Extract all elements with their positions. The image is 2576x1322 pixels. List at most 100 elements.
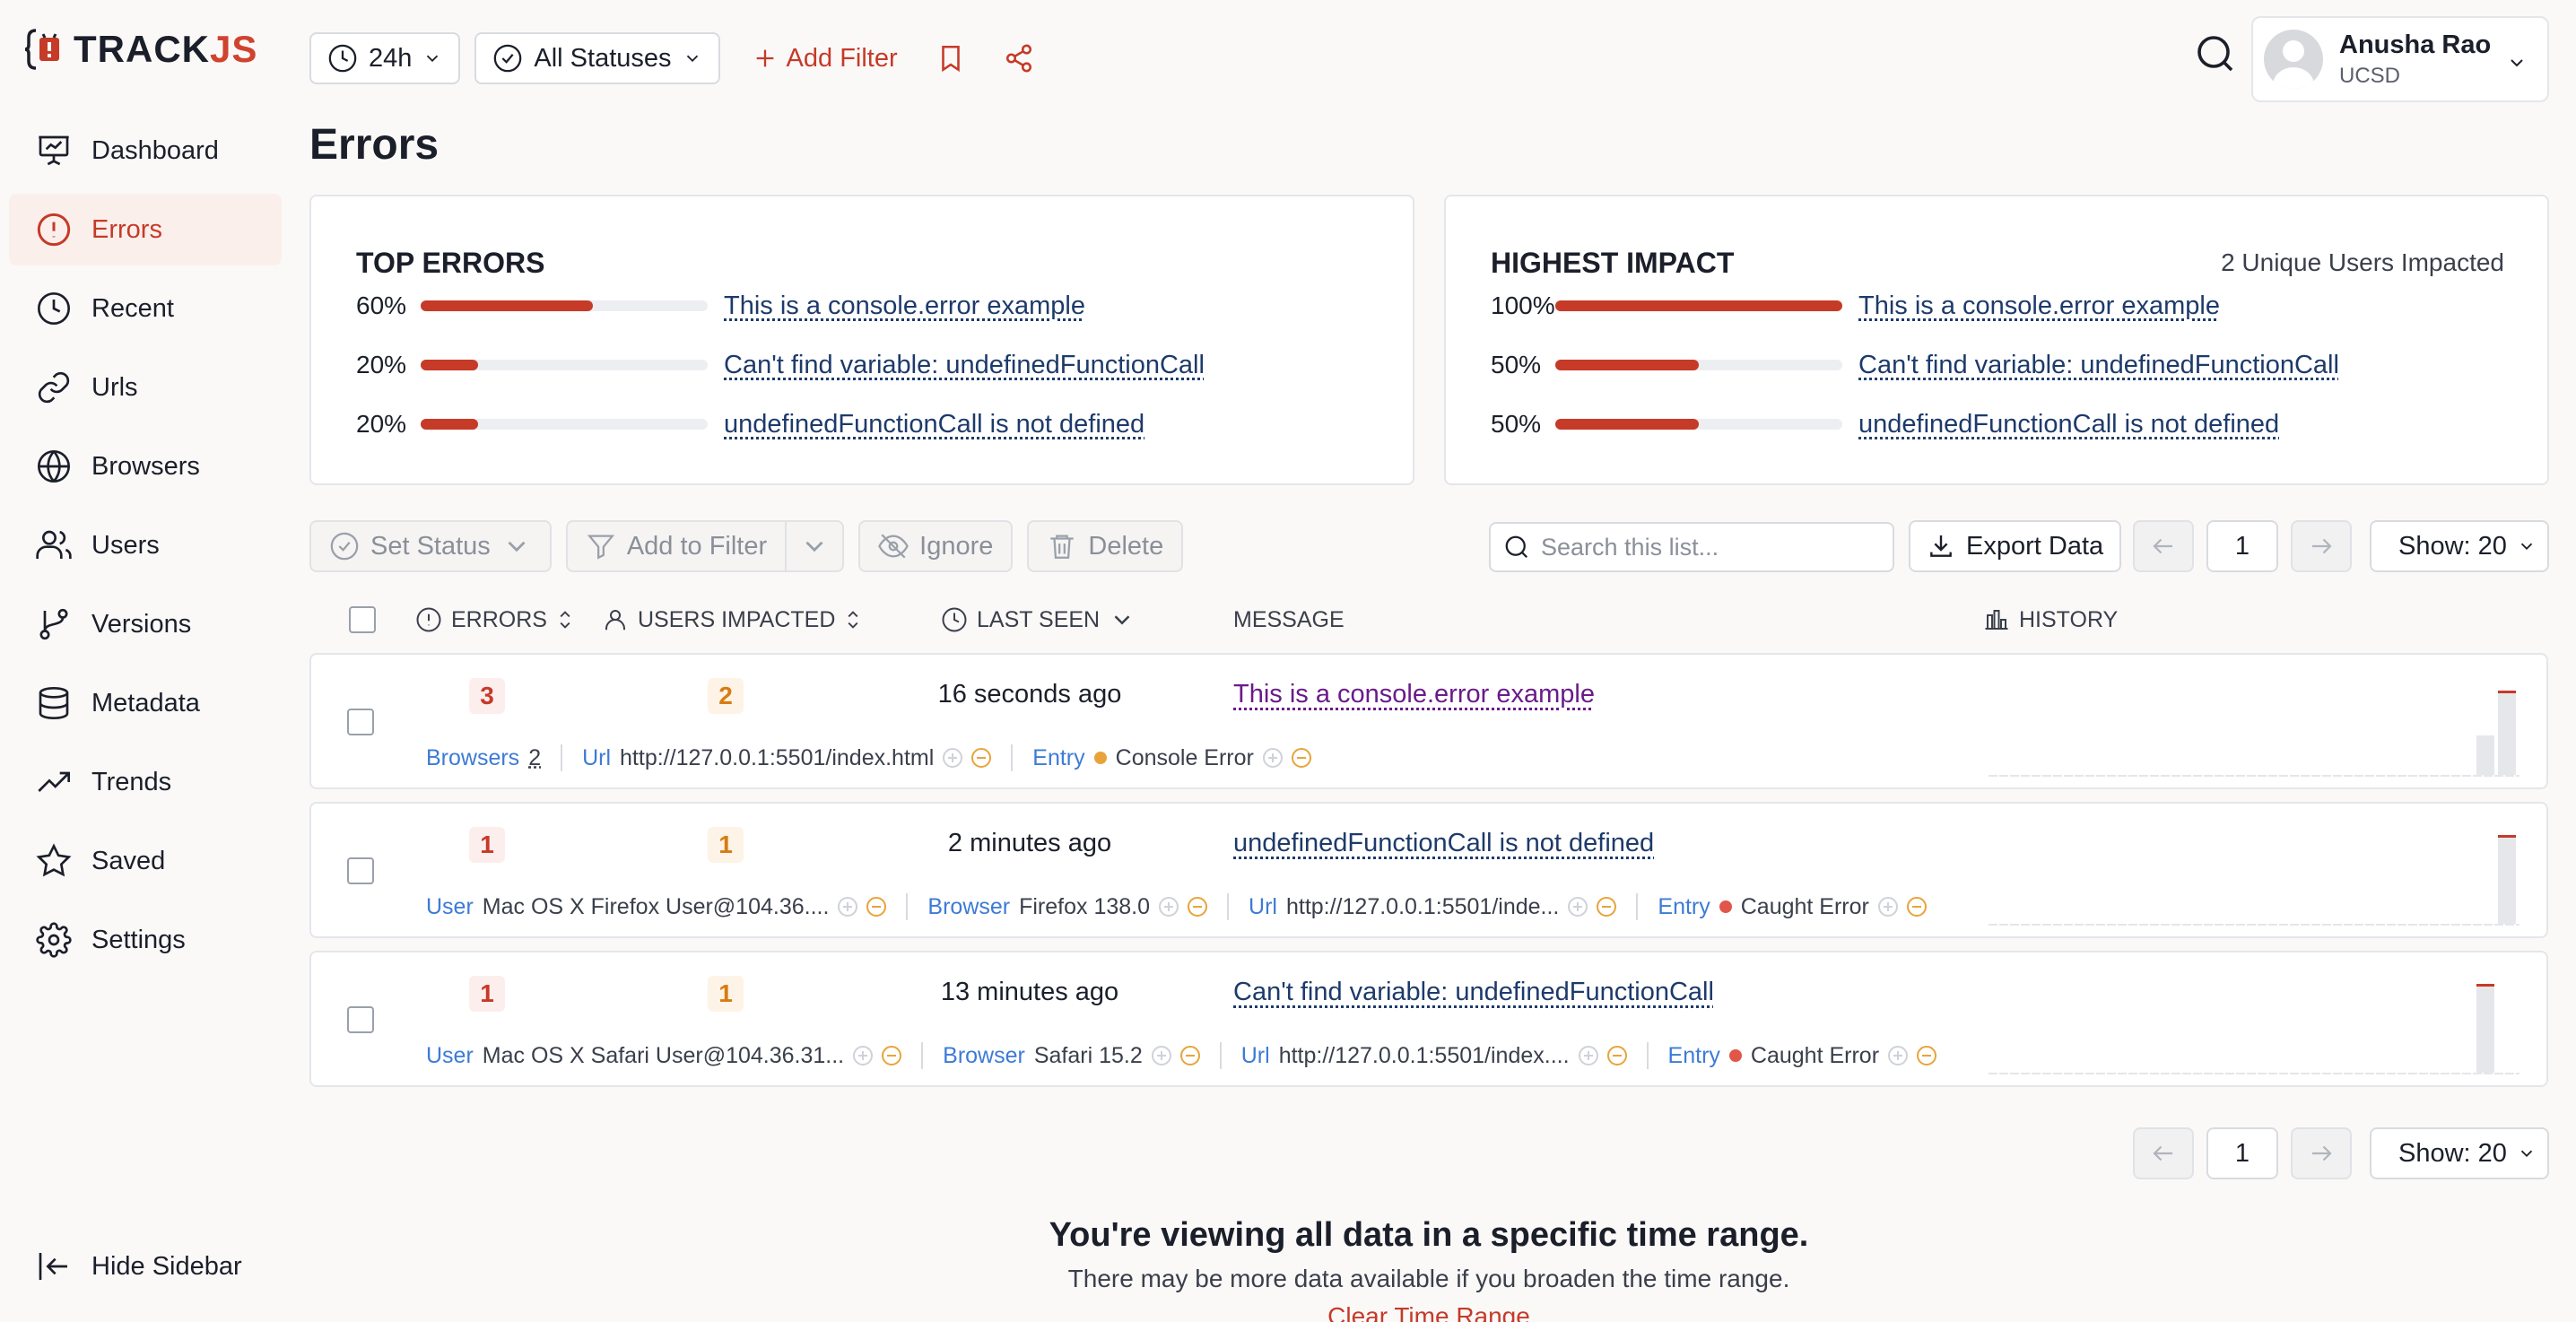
clock-icon — [328, 44, 357, 73]
check-circle-icon — [494, 44, 522, 73]
impact-link[interactable]: This is a console.error example — [1858, 291, 2220, 321]
add-filter-icon[interactable] — [1578, 1046, 1598, 1065]
add-filter-icon[interactable] — [943, 748, 963, 768]
exclude-filter-icon[interactable] — [1597, 897, 1617, 917]
row-checkbox[interactable] — [347, 1006, 374, 1033]
next-page-button[interactable] — [2291, 1127, 2352, 1179]
add-filter-icon[interactable] — [1877, 897, 1898, 917]
sidebar-item-saved[interactable]: Saved — [9, 825, 282, 897]
impact-bar — [1555, 300, 1842, 311]
sidebar-item-users[interactable]: Users — [9, 509, 282, 581]
add-filter-icon[interactable] — [1151, 1046, 1171, 1065]
select-all-checkbox[interactable] — [349, 599, 376, 640]
table-row[interactable]: 1 1 13 minutes ago Can't find variable: … — [309, 951, 2548, 1087]
page-size-select[interactable]: Show: 20 — [2370, 520, 2549, 572]
exclude-filter-icon[interactable] — [1906, 897, 1927, 917]
trackjs-logo[interactable]: TRACKJS — [23, 25, 257, 74]
row-checkbox[interactable] — [347, 857, 374, 884]
highest-impact-title: HIGHEST IMPACT — [1491, 247, 1735, 279]
sidebar-item-label: Errors — [91, 214, 162, 244]
exclude-filter-icon[interactable] — [866, 897, 887, 917]
sidebar-item-errors[interactable]: Errors — [9, 194, 282, 265]
exclude-filter-icon[interactable] — [1917, 1046, 1937, 1065]
user-menu[interactable]: Anusha Rao UCSD — [2251, 16, 2549, 102]
page-number[interactable]: 1 — [2206, 1127, 2278, 1179]
sidebar-item-settings[interactable]: Settings — [9, 904, 282, 976]
add-to-filter-button[interactable]: Add to Filter — [565, 520, 788, 572]
meta-key[interactable]: Browsers — [426, 745, 519, 771]
user-icon — [605, 610, 625, 631]
sidebar: TRACKJS Dashboard Errors Recent Urls Bro… — [0, 0, 296, 1322]
star-icon — [36, 843, 72, 877]
search-list-field[interactable] — [1489, 522, 1894, 572]
exclude-filter-icon[interactable] — [1188, 897, 1208, 917]
filter-icon — [587, 535, 614, 560]
top-error-link[interactable]: undefinedFunctionCall is not defined — [724, 410, 1144, 439]
row-checkbox[interactable] — [347, 709, 374, 735]
page-number[interactable]: 1 — [2206, 520, 2278, 572]
clear-time-range-link[interactable]: Clear Time Range — [0, 1302, 2576, 1322]
page-size-select[interactable]: Show: 20 — [2370, 1127, 2549, 1179]
eye-off-icon — [878, 534, 909, 559]
exclude-filter-icon[interactable] — [971, 748, 992, 768]
sidebar-item-label: Saved — [91, 846, 166, 875]
export-data-button[interactable]: Export Data — [1909, 520, 2122, 572]
ignore-button[interactable]: Ignore — [858, 520, 1014, 572]
top-error-link[interactable]: This is a console.error example — [724, 291, 1085, 321]
table-row[interactable]: 1 1 2 minutes ago undefinedFunctionCall … — [309, 802, 2548, 938]
add-to-filter-dropdown[interactable] — [787, 520, 845, 572]
error-message-link[interactable]: This is a console.error example — [1233, 680, 1595, 709]
add-filter-icon[interactable] — [1262, 748, 1283, 768]
browsers-count[interactable]: 2 — [528, 745, 541, 771]
history-sparkline — [1989, 822, 2519, 926]
sort-icon — [560, 611, 570, 629]
add-filter-icon[interactable] — [853, 1046, 874, 1065]
exclude-filter-icon[interactable] — [1291, 748, 1311, 768]
exclude-filter-icon[interactable] — [882, 1046, 902, 1065]
table-row[interactable]: 3 2 16 seconds ago This is a console.err… — [309, 653, 2548, 789]
error-message-link[interactable]: undefinedFunctionCall is not defined — [1233, 829, 1654, 858]
bookmark-icon[interactable] — [936, 43, 966, 74]
sidebar-item-label: Versions — [91, 609, 192, 639]
sidebar-item-urls[interactable]: Urls — [9, 352, 282, 423]
sidebar-item-recent[interactable]: Recent — [9, 273, 282, 344]
add-filter-button[interactable]: Add Filter — [753, 44, 898, 74]
meta-key: Url — [1249, 893, 1277, 919]
users-impacted-column-header[interactable]: USERS IMPACTED — [602, 599, 862, 640]
impact-link[interactable]: undefinedFunctionCall is not defined — [1858, 410, 2279, 439]
add-filter-icon[interactable] — [1159, 897, 1179, 917]
last-seen-column-header[interactable]: LAST SEEN — [941, 599, 1136, 640]
sidebar-item-browsers[interactable]: Browsers — [9, 431, 282, 502]
user-org: UCSD — [2339, 63, 2401, 88]
sidebar-item-versions[interactable]: Versions — [9, 588, 282, 660]
top-error-bar — [421, 300, 708, 311]
sidebar-item-dashboard[interactable]: Dashboard — [9, 115, 282, 187]
delete-label: Delete — [1088, 531, 1164, 561]
delete-button[interactable]: Delete — [1027, 520, 1184, 572]
add-filter-icon[interactable] — [1568, 897, 1588, 917]
exclude-filter-icon[interactable] — [1179, 1046, 1200, 1065]
add-filter-icon[interactable] — [1888, 1046, 1909, 1065]
error-message-link[interactable]: Can't find variable: undefinedFunctionCa… — [1233, 978, 1714, 1007]
sidebar-item-metadata[interactable]: Metadata — [9, 667, 282, 739]
impact-link[interactable]: Can't find variable: undefinedFunctionCa… — [1858, 351, 2339, 380]
prev-page-button[interactable] — [2133, 520, 2194, 572]
add-filter-icon[interactable] — [838, 897, 858, 917]
exclude-filter-icon[interactable] — [1606, 1046, 1627, 1065]
time-range-dropdown[interactable]: 24h — [309, 32, 461, 84]
set-status-button[interactable]: Set Status — [309, 520, 552, 572]
search-list-input[interactable] — [1541, 533, 1882, 561]
row-meta: User Mac OS X Firefox User@104.36.... Bro… — [426, 893, 1927, 920]
top-error-row: 20% Can't find variable: undefinedFuncti… — [356, 347, 1205, 383]
sidebar-item-trends[interactable]: Trends — [9, 746, 282, 818]
impact-bar — [1555, 360, 1842, 370]
history-bar — [2476, 984, 2494, 1073]
alert-circle-icon — [416, 607, 441, 632]
status-filter-dropdown[interactable]: All Statuses — [474, 32, 720, 84]
search-icon[interactable] — [2194, 32, 2237, 75]
share-icon[interactable] — [1004, 43, 1034, 74]
prev-page-button[interactable] — [2133, 1127, 2194, 1179]
next-page-button[interactable] — [2291, 520, 2352, 572]
top-error-link[interactable]: Can't find variable: undefinedFunctionCa… — [724, 351, 1205, 380]
errors-column-header[interactable]: ERRORS — [415, 599, 574, 640]
